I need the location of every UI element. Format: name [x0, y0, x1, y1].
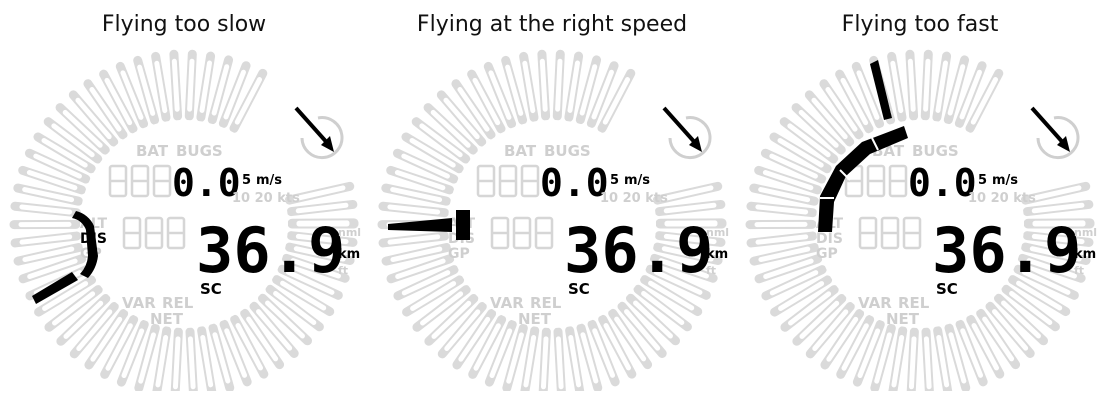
- mode-badge-sc: SC: [936, 280, 958, 298]
- vario-unit-number: 5: [242, 173, 251, 188]
- mode-label-bat: BAT: [504, 142, 537, 160]
- scale-labels: 10 20 kts: [968, 191, 1036, 206]
- vario-unit-number: 5: [978, 173, 987, 188]
- lcd-display: BATBUGS0.05m/s10 20 ktsALTDISGP36.9nmlkm…: [745, 49, 1097, 391]
- bottom-label-net: NET: [886, 310, 920, 328]
- display-panel-fast: Flying too fastBATBUGS0.05m/s10 20 ktsAL…: [736, 0, 1103, 393]
- rotation-arrow-icon: [294, 106, 344, 160]
- panel-title: Flying too fast: [841, 12, 999, 37]
- left-label-dis: DIS: [816, 231, 843, 247]
- mode-badge-sc: SC: [568, 280, 590, 298]
- unit-ft: ft: [706, 264, 716, 277]
- unit-nml: nml: [706, 226, 729, 239]
- main-value: 36.9: [564, 214, 713, 287]
- rotation-arrow-icon: [662, 106, 712, 160]
- vario-unit: m/s: [256, 173, 282, 188]
- panel-title: Flying too slow: [101, 12, 267, 37]
- vario-unit-number: 5: [610, 173, 619, 188]
- display-panel-right: Flying at the right speed BAT BUGS 0.0 5 m/s 1…: [368, 0, 736, 393]
- left-label-gp: GP: [448, 246, 470, 262]
- unit-km: km: [338, 247, 360, 262]
- unit-ft: ft: [1074, 264, 1084, 277]
- rotation-arrow-icon: [1030, 106, 1080, 160]
- lcd-display: BATBUGS0.05m/s10 20 ktsALTDISGP36.9nmlkm…: [9, 49, 361, 391]
- main-value: 36.9: [196, 214, 345, 287]
- lcd-display: BATBUGS0.05m/s10 20 ktsALTDISGP36.9nmlkm…: [377, 49, 729, 391]
- vario-value: 0.0: [172, 161, 241, 205]
- unit-km: km: [1074, 247, 1096, 262]
- unit-ft: ft: [338, 264, 348, 277]
- bottom-label-net: NET: [518, 310, 552, 328]
- mode-label-bugs: BUGS: [912, 142, 959, 160]
- mode-label-bugs: BUGS: [176, 142, 223, 160]
- scale-labels: 10 20 kts: [600, 191, 668, 206]
- vario-value: 0.0: [908, 161, 977, 205]
- mode-badge-sc: SC: [200, 280, 222, 298]
- vario-unit: m/s: [624, 173, 650, 188]
- mode-label-bugs: BUGS: [544, 142, 591, 160]
- unit-nml: nml: [1074, 226, 1097, 239]
- vario-value: 0.0: [540, 161, 609, 205]
- display-panel-slow: Flying too slow BAT BUGS 0.0 5 m/s 10 20 kts AL…: [0, 0, 368, 393]
- bottom-label-net: NET: [150, 310, 184, 328]
- left-label-gp: GP: [816, 246, 838, 262]
- scale-labels: 10 20 kts: [232, 191, 300, 206]
- unit-km: km: [706, 247, 728, 262]
- main-value: 36.9: [932, 214, 1081, 287]
- mode-label-bat: BAT: [136, 142, 169, 160]
- unit-nml: nml: [338, 226, 361, 239]
- vario-unit: m/s: [992, 173, 1018, 188]
- panel-title: Flying at the right speed: [416, 12, 688, 37]
